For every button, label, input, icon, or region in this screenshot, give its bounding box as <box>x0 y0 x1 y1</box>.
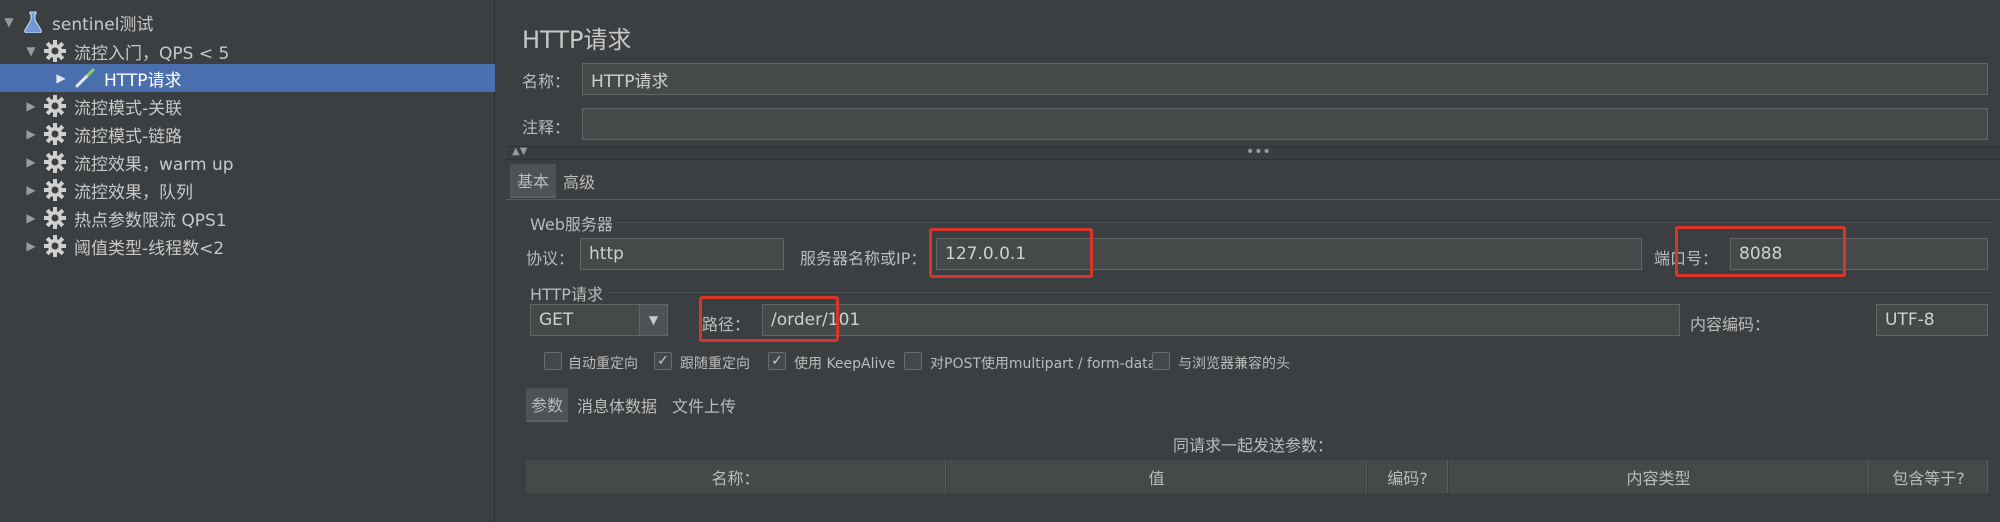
splitter-arrows-icon[interactable]: ▲▼ <box>512 146 527 157</box>
expand-arrow-icon[interactable]: ▶ <box>24 120 38 148</box>
comment-field[interactable] <box>582 108 1988 140</box>
tree-item-label: 流控效果，warm up <box>74 154 234 175</box>
column-header-content-type[interactable]: 内容类型 <box>1449 460 1869 493</box>
tree-item-thread-group[interactable]: ▶ 流控效果，warm up <box>0 148 495 176</box>
tree-item-label: 阈值类型-线程数<2 <box>74 238 225 259</box>
params-table-caption: 同请求一起发送参数： <box>1172 436 1333 455</box>
tab-file-upload[interactable]: 文件上传 <box>668 388 740 422</box>
http-request-section-label: HTTP请求 <box>530 285 603 304</box>
name-field[interactable]: HTTP请求 <box>582 63 1988 95</box>
pipette-icon <box>72 65 98 91</box>
gear-icon <box>42 38 68 64</box>
tree-item-http-request[interactable]: ▶ HTTP请求 <box>0 64 495 92</box>
comment-label: 注释： <box>522 118 571 137</box>
protocol-label: 协议： <box>526 249 575 268</box>
multipart-checkbox[interactable] <box>904 352 922 370</box>
path-field[interactable]: /order/101 <box>762 304 1680 336</box>
keepalive-checkbox[interactable]: ✓ <box>768 352 786 370</box>
highlight-box <box>1675 226 1846 277</box>
expand-arrow-icon[interactable]: ▶ <box>24 204 38 232</box>
auto-redirect-checkbox[interactable] <box>544 352 562 370</box>
expand-arrow-icon[interactable]: ▶ <box>24 92 38 120</box>
checkbox-label: 与浏览器兼容的头 <box>1178 356 1290 372</box>
highlight-box <box>699 296 839 342</box>
section-divider <box>610 292 1992 293</box>
expand-arrow-icon[interactable]: ▼ <box>2 8 16 36</box>
flask-icon <box>20 9 46 35</box>
column-header-encode[interactable]: 编码? <box>1368 460 1448 493</box>
checkbox-label: 使用 KeepAlive <box>794 356 896 372</box>
tab-basic[interactable]: 基本 <box>510 164 556 198</box>
tree-item-label: 流控模式-链路 <box>74 126 183 147</box>
name-label: 名称： <box>522 72 571 91</box>
highlight-box <box>929 228 1093 278</box>
tab-advanced[interactable]: 高级 <box>558 164 600 198</box>
tab-divider <box>506 199 2000 200</box>
tree-item-label: HTTP请求 <box>104 70 182 91</box>
tree-item-label: 流控模式-关联 <box>74 98 183 119</box>
tree-item-thread-group[interactable]: ▶ 流控模式-链路 <box>0 120 495 148</box>
tab-parameters[interactable]: 参数 <box>526 388 568 422</box>
gear-icon <box>42 233 68 259</box>
encoding-field[interactable]: UTF-8 <box>1876 304 1988 336</box>
gear-icon <box>42 93 68 119</box>
tree-root-label: sentinel测试 <box>52 14 154 35</box>
browser-headers-checkbox[interactable] <box>1152 352 1170 370</box>
tree-item-thread-group[interactable]: ▶ 热点参数限流 QPS1 <box>0 204 495 232</box>
vertical-splitter[interactable] <box>496 0 506 522</box>
column-header-include-equals[interactable]: 包含等于? <box>1870 460 1988 493</box>
column-header-name[interactable]: 名称： <box>526 460 946 493</box>
tree-root[interactable]: ▼ sentinel测试 <box>0 8 495 36</box>
protocol-field[interactable]: http <box>580 238 784 270</box>
server-name-label: 服务器名称或IP： <box>800 249 927 268</box>
column-header-value[interactable]: 值 <box>947 460 1367 493</box>
checkbox-label: 对POST使用multipart / form-data <box>930 356 1157 372</box>
tree-item-thread-group[interactable]: ▶ 流控模式-关联 <box>0 92 495 120</box>
page-title: HTTP请求 <box>522 26 632 54</box>
tree-item-label: 热点参数限流 QPS1 <box>74 210 227 231</box>
expand-arrow-icon[interactable]: ▶ <box>24 232 38 260</box>
checkbox-label: 跟随重定向 <box>680 356 750 372</box>
method-select[interactable]: GET <box>530 304 640 336</box>
tree-item-thread-group[interactable]: ▶ 阈值类型-线程数<2 <box>0 232 495 260</box>
checkbox-label: 自动重定向 <box>568 356 638 372</box>
tree-item-thread-group[interactable]: ▼ 流控入门，QPS < 5 <box>0 37 495 65</box>
gear-icon <box>42 205 68 231</box>
expand-arrow-icon[interactable]: ▶ <box>24 176 38 204</box>
section-divider <box>616 222 1992 223</box>
expand-arrow-icon[interactable]: ▼ <box>24 37 38 65</box>
gear-icon <box>42 177 68 203</box>
http-request-panel: HTTP请求 名称： HTTP请求 注释： ▲▼ ••• 基本 高级 Web服务… <box>506 0 2000 522</box>
encoding-label: 内容编码： <box>1690 315 1771 334</box>
chevron-down-icon[interactable]: ▼ <box>640 304 668 336</box>
gear-icon <box>42 149 68 175</box>
tab-body-data[interactable]: 消息体数据 <box>572 388 662 422</box>
expand-arrow-icon[interactable]: ▶ <box>24 148 38 176</box>
tree-item-thread-group[interactable]: ▶ 流控效果，队列 <box>0 176 495 204</box>
web-server-section-label: Web服务器 <box>530 215 613 234</box>
grip-dots-icon[interactable]: ••• <box>1246 144 1271 160</box>
tree-item-label: 流控入门，QPS < 5 <box>74 43 230 64</box>
test-plan-tree: ▼ sentinel测试 ▼ 流控入门，QPS < 5 ▶ HTTP请求 ▶ 流… <box>0 0 495 522</box>
follow-redirect-checkbox[interactable]: ✓ <box>654 352 672 370</box>
expand-arrow-icon[interactable]: ▶ <box>54 64 68 92</box>
gear-icon <box>42 121 68 147</box>
tree-item-label: 流控效果，队列 <box>74 182 193 203</box>
